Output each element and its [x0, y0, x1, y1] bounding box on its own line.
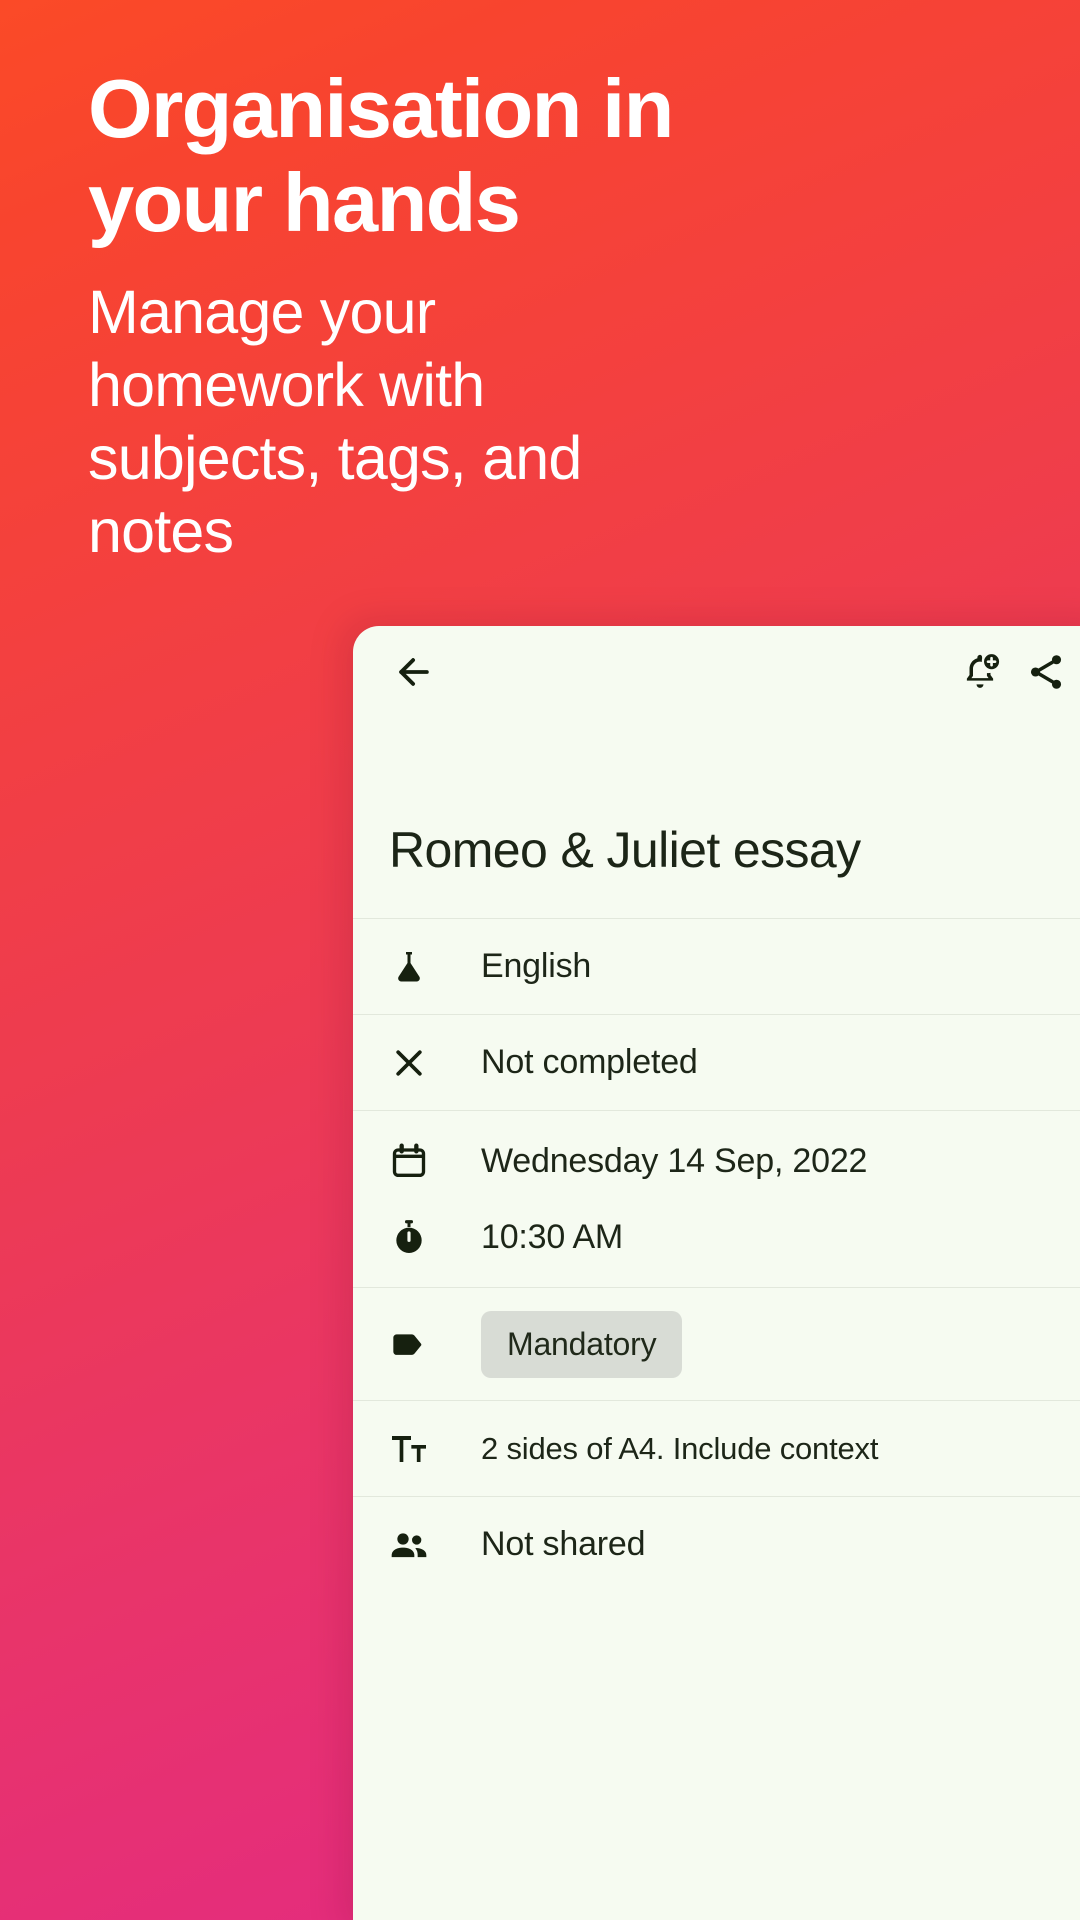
add-reminder-button[interactable]: [947, 639, 1013, 705]
text-format-icon: [389, 1429, 451, 1469]
share-icon: [1030, 655, 1062, 689]
detail-label: Not shared: [481, 1525, 646, 1563]
detail-row-sharing[interactable]: Not shared: [353, 1497, 1080, 1592]
promo-subheadline: Manage your homework with subjects, tags…: [88, 277, 582, 566]
bell-plus-icon: [966, 654, 1000, 688]
app-bar: [353, 626, 1080, 718]
tag-icon: [389, 1324, 451, 1364]
calendar-icon: [389, 1141, 451, 1181]
detail-row-notes[interactable]: 2 sides of A4. Include context: [353, 1401, 1080, 1496]
homework-title: Romeo & Juliet essay: [389, 822, 861, 878]
flask-icon: [389, 947, 451, 987]
people-icon: [389, 1525, 451, 1565]
detail-row-tags[interactable]: Mandatory: [353, 1288, 1080, 1400]
detail-label: 2 sides of A4. Include context: [481, 1430, 879, 1466]
app-screen-card: Romeo & Juliet essay English Not complet…: [353, 626, 1080, 1920]
promo-headline: Organisation in your hands: [88, 62, 674, 249]
detail-label: Not completed: [481, 1043, 698, 1081]
promo-copy: Organisation in your hands Manage your h…: [88, 62, 808, 568]
detail-label: English: [481, 947, 592, 985]
share-button[interactable]: [1013, 639, 1079, 705]
detail-row-time[interactable]: 10:30 AM: [353, 1199, 1080, 1287]
back-button[interactable]: [381, 639, 447, 705]
tag-chip[interactable]: Mandatory: [481, 1310, 683, 1378]
detail-label: 10:30 AM: [481, 1217, 624, 1256]
arrow-left-icon: [399, 658, 429, 686]
close-icon: [389, 1043, 451, 1083]
promo-screenshot: Organisation in your hands Manage your h…: [0, 0, 1080, 1920]
detail-row-subject[interactable]: English: [353, 919, 1080, 1014]
detail-row-date[interactable]: Wednesday 14 Sep, 2022: [353, 1111, 1080, 1199]
detail-row-completion[interactable]: Not completed: [353, 1015, 1080, 1110]
stopwatch-icon: [389, 1217, 451, 1257]
detail-label: Wednesday 14 Sep, 2022: [481, 1141, 868, 1180]
